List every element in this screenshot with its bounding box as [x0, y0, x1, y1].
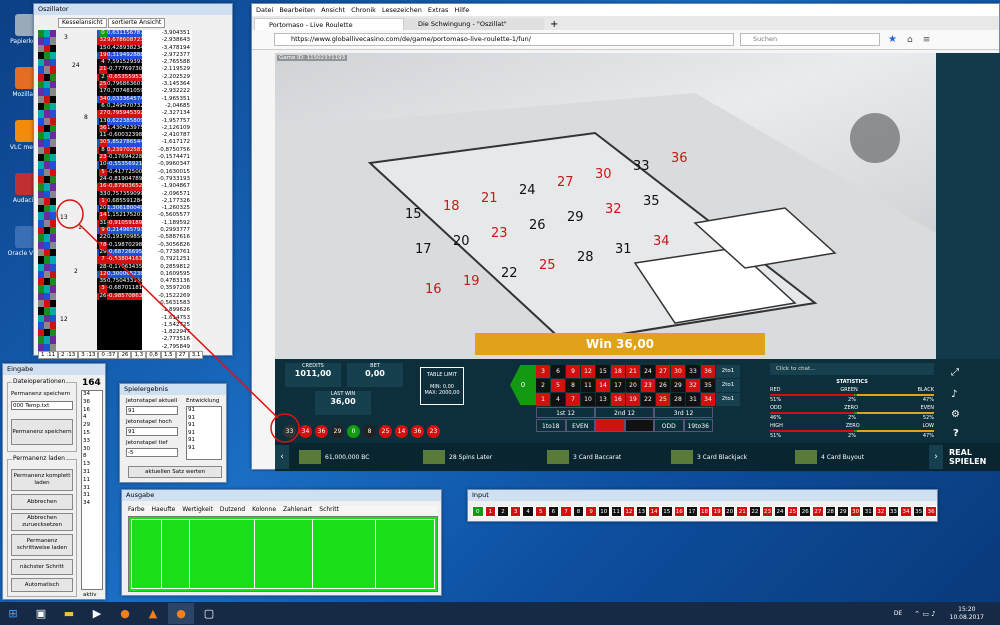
- clock-time: 15:20: [958, 605, 976, 613]
- app-window-icon[interactable]: ▢: [196, 603, 222, 624]
- media-icon[interactable]: ▶: [84, 603, 110, 624]
- explorer-icon[interactable]: ▣: [28, 603, 54, 624]
- taskbar: ⊞ ▣ ▬ ▶ ● ▲ ● ▢ DE ⌃ ▭ ♪ 15:20 10.08.201…: [0, 602, 1000, 625]
- firefox-active-icon[interactable]: ●: [168, 603, 194, 624]
- firefox-icon[interactable]: ●: [112, 603, 138, 624]
- clock[interactable]: 15:20 10.08.2017: [950, 606, 984, 622]
- start-icon[interactable]: ⊞: [0, 603, 26, 624]
- annotation-overlay: [56, 199, 300, 443]
- tray-icons[interactable]: ⌃ ▭ ♪: [914, 610, 935, 618]
- vlc-icon[interactable]: ▲: [140, 603, 166, 624]
- clock-date: 10.08.2017: [949, 613, 984, 621]
- language-indicator[interactable]: DE: [894, 610, 902, 617]
- folder-icon[interactable]: ▬: [56, 603, 82, 624]
